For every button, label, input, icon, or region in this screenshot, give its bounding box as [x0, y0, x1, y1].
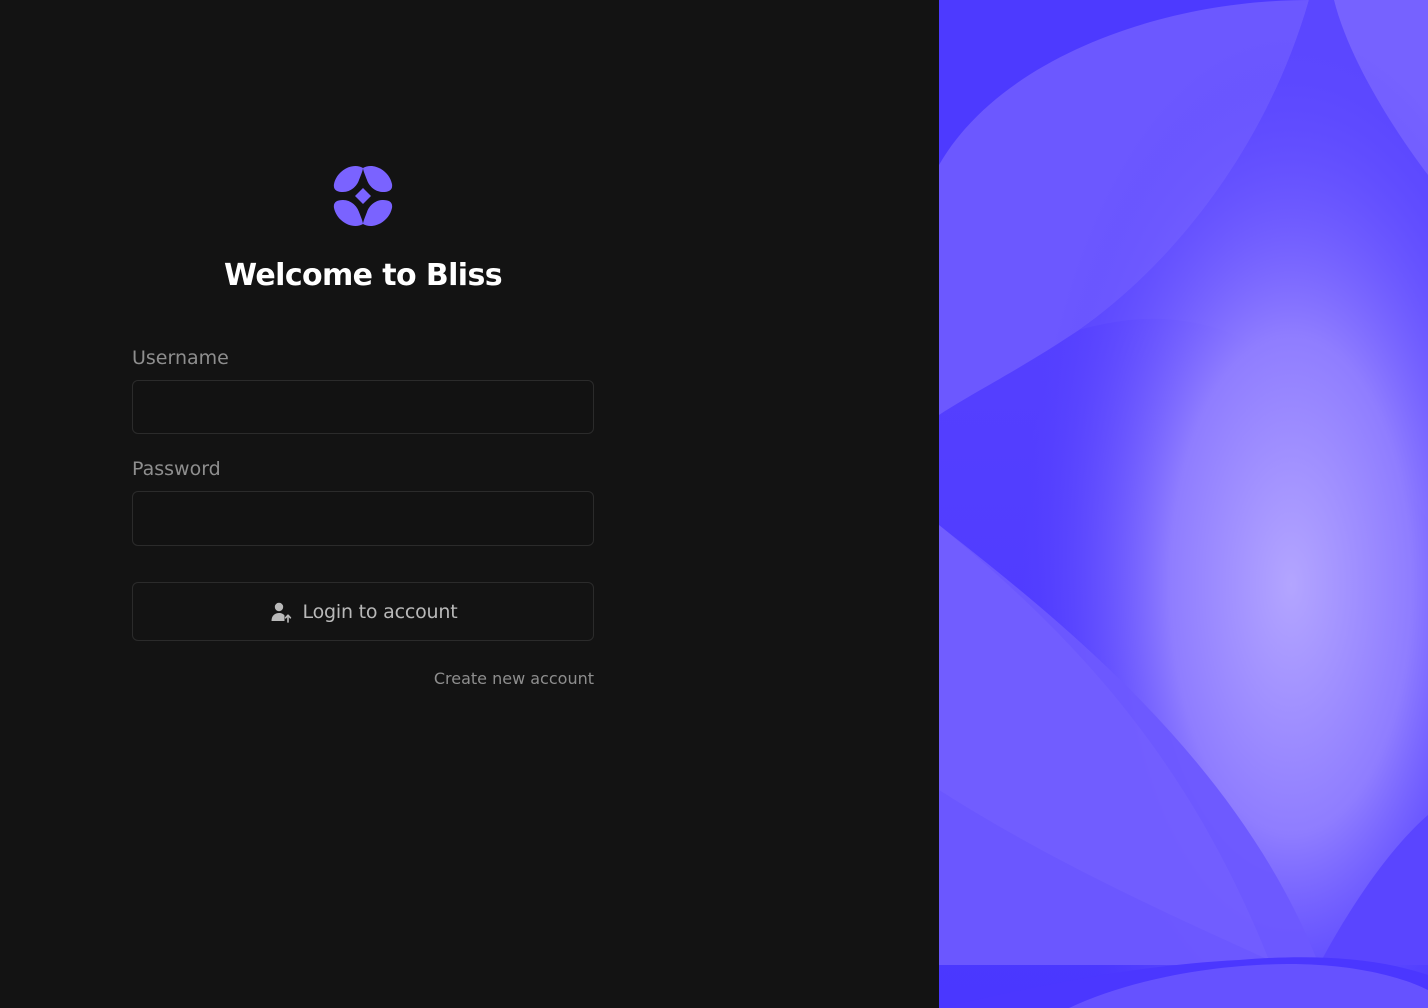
password-input[interactable] — [132, 491, 594, 546]
abstract-petal-pattern — [939, 0, 1428, 1008]
login-button[interactable]: Login to account — [132, 582, 594, 641]
password-label: Password — [132, 458, 221, 480]
login-button-label: Login to account — [302, 600, 458, 623]
user-arrow-up-icon — [269, 600, 293, 624]
create-account-link[interactable]: Create new account — [132, 668, 594, 690]
login-screen: Welcome to Bliss Username Password Login… — [0, 0, 1428, 1008]
username-input[interactable] — [132, 380, 594, 434]
login-panel: Welcome to Bliss Username Password Login… — [0, 0, 939, 1008]
page-title: Welcome to Bliss — [223, 258, 503, 293]
bliss-logo-icon — [331, 164, 395, 228]
decorative-hero-panel — [939, 0, 1428, 1008]
username-label: Username — [132, 347, 229, 369]
